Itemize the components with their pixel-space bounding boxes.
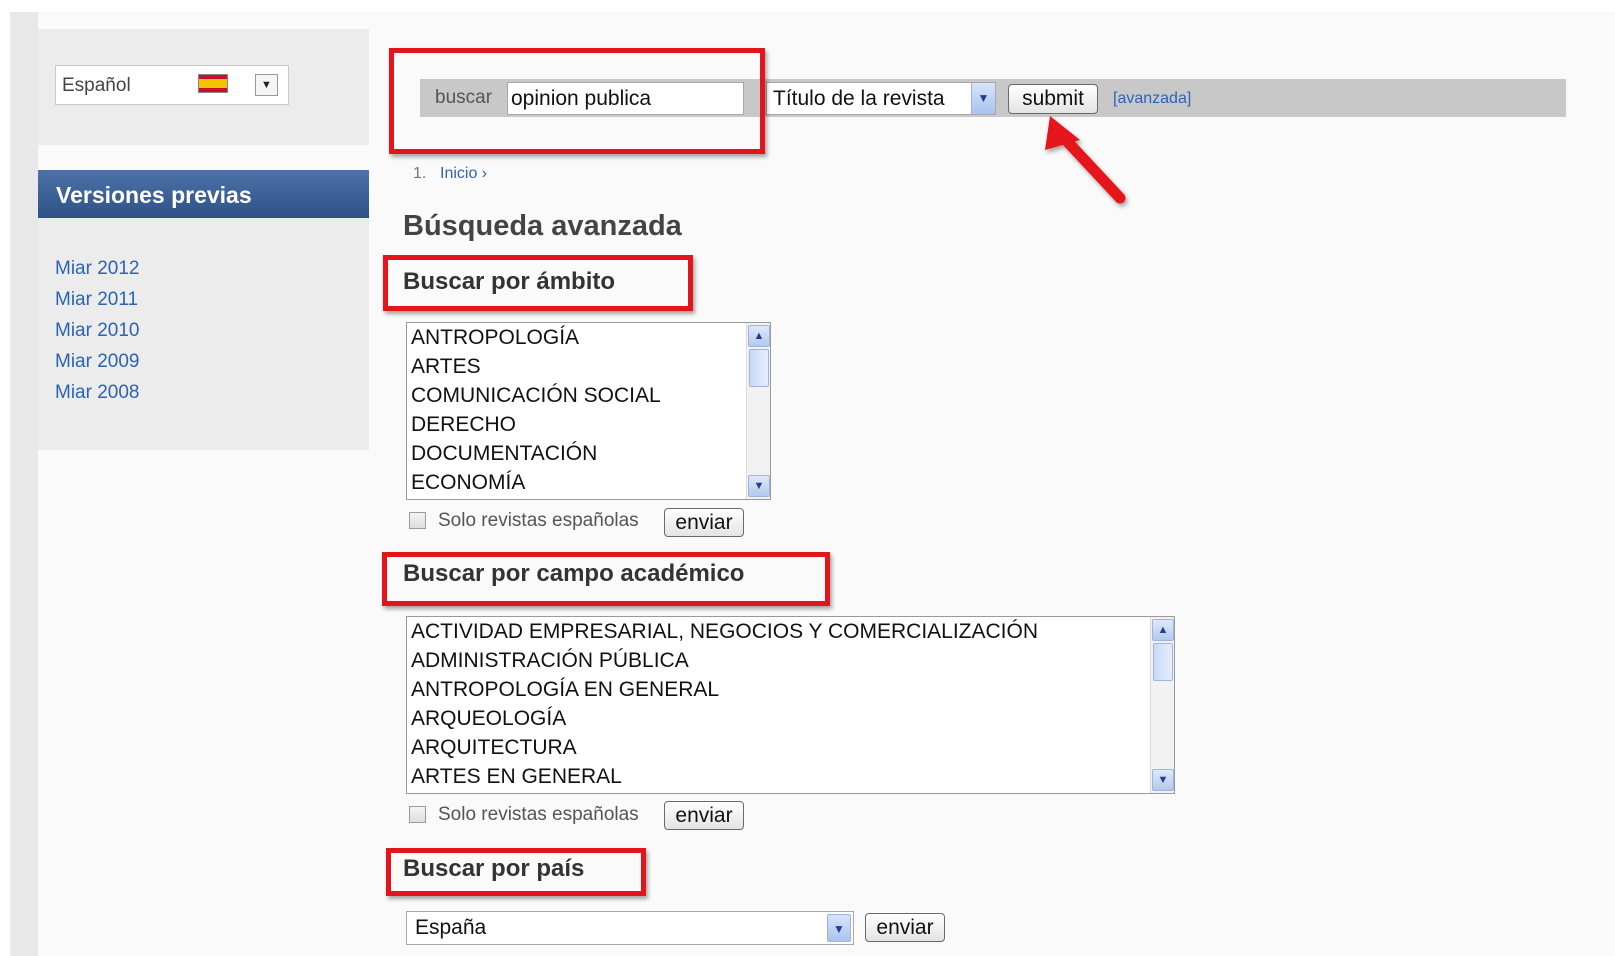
- version-link-2009[interactable]: Miar 2009: [55, 351, 140, 373]
- scroll-thumb[interactable]: [1153, 643, 1173, 681]
- campo-checkbox-label: Solo revistas españolas: [438, 804, 639, 825]
- spain-flag-icon: [198, 74, 228, 93]
- chevron-down-icon[interactable]: ▼: [827, 914, 851, 942]
- campo-scrollbar[interactable]: ▲ ▼: [1150, 617, 1174, 793]
- chevron-down-icon[interactable]: ▼: [255, 74, 278, 96]
- breadcrumb-home-link[interactable]: Inicio ›: [440, 165, 487, 183]
- ambito-spanish-only-checkbox[interactable]: [409, 512, 426, 529]
- list-item[interactable]: ARQUEOLOGÍA: [411, 707, 566, 731]
- campo-send-button[interactable]: enviar: [664, 801, 744, 830]
- language-select-value: Español: [62, 75, 131, 96]
- list-item[interactable]: COMUNICACIÓN SOCIAL: [411, 384, 661, 408]
- list-item[interactable]: DERECHO: [411, 413, 516, 437]
- pais-send-button[interactable]: enviar: [865, 913, 945, 942]
- ambito-send-button[interactable]: enviar: [664, 508, 744, 537]
- list-item[interactable]: ANTROPOLOGÍA EN GENERAL: [411, 678, 719, 702]
- version-link-2011[interactable]: Miar 2011: [55, 289, 138, 311]
- list-item[interactable]: ANTROPOLOGÍA: [411, 326, 579, 350]
- annotation-box-search: [389, 48, 765, 154]
- scroll-down-icon[interactable]: ▼: [748, 475, 770, 497]
- page: Español ▼ Versiones previas Miar 2012 Mi…: [0, 0, 1615, 956]
- version-link-2010[interactable]: Miar 2010: [55, 320, 140, 342]
- submit-button[interactable]: submit: [1008, 84, 1098, 114]
- list-item[interactable]: DOCUMENTACIÓN: [411, 442, 597, 466]
- versions-header: Versiones previas: [38, 170, 369, 218]
- page-title: Búsqueda avanzada: [403, 210, 682, 242]
- content-background: [38, 12, 1615, 956]
- scroll-down-icon[interactable]: ▼: [1152, 769, 1174, 791]
- version-link-2008[interactable]: Miar 2008: [55, 382, 140, 404]
- scroll-thumb[interactable]: [749, 349, 769, 387]
- campo-listbox[interactable]: ACTIVIDAD EMPRESARIAL, NEGOCIOS Y COMERC…: [406, 616, 1175, 794]
- chevron-down-icon[interactable]: ▼: [971, 83, 995, 114]
- list-item[interactable]: ARQUITECTURA: [411, 736, 577, 760]
- country-select-value: España: [415, 916, 487, 939]
- list-item[interactable]: ECONOMÍA: [411, 471, 525, 495]
- language-select[interactable]: Español ▼: [55, 65, 289, 105]
- annotation-box-ambito: [383, 255, 693, 311]
- left-edge: [10, 12, 38, 956]
- ambito-scrollbar[interactable]: ▲ ▼: [746, 323, 770, 499]
- list-item[interactable]: ADMINISTRACIÓN PÚBLICA: [411, 649, 689, 673]
- list-item[interactable]: ARTES: [411, 355, 481, 379]
- list-item[interactable]: ACTIVIDAD EMPRESARIAL, NEGOCIOS Y COMERC…: [411, 620, 1038, 644]
- list-item[interactable]: ARTES EN GENERAL: [411, 765, 622, 789]
- annotation-box-campo: [382, 552, 830, 606]
- campo-spanish-only-checkbox[interactable]: [409, 806, 426, 823]
- search-field-value: Título de la revista: [773, 87, 945, 110]
- advanced-search-link[interactable]: [avanzada]: [1113, 90, 1191, 108]
- breadcrumb-number: 1.: [413, 165, 427, 182]
- ambito-listbox[interactable]: ANTROPOLOGÍA ARTES COMUNICACIÓN SOCIAL D…: [406, 322, 771, 500]
- scroll-up-icon[interactable]: ▲: [1152, 619, 1174, 641]
- version-link-2012[interactable]: Miar 2012: [55, 258, 140, 280]
- annotation-box-pais: [386, 848, 646, 896]
- scroll-up-icon[interactable]: ▲: [748, 325, 770, 347]
- ambito-checkbox-label: Solo revistas españolas: [438, 510, 639, 531]
- country-select[interactable]: España ▼: [406, 911, 854, 945]
- search-field-select[interactable]: Título de la revista ▼: [766, 82, 996, 115]
